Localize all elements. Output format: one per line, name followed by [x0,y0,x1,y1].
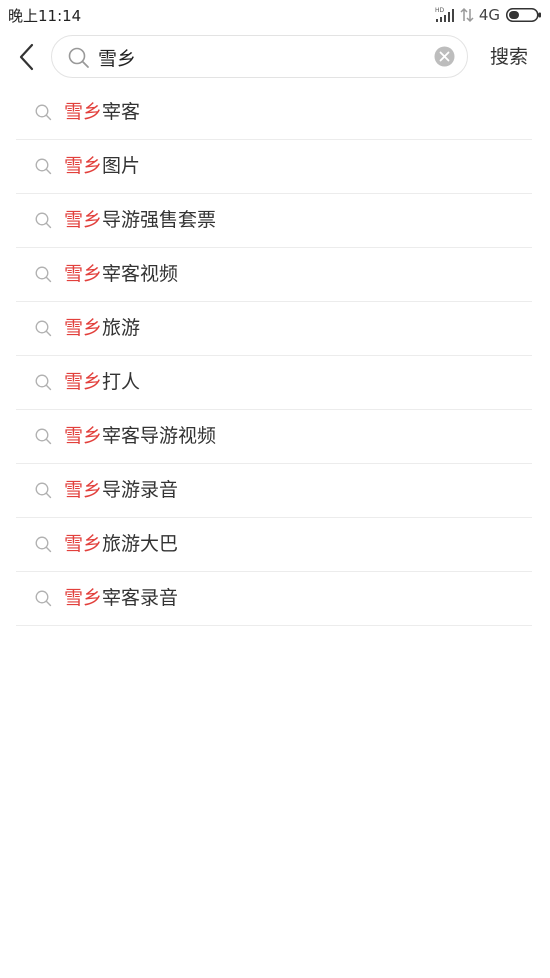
suggestion-highlight: 雪乡 [64,155,103,177]
search-icon [35,536,52,553]
suggestion-highlight: 雪乡 [64,317,103,339]
suggestion-highlight: 雪乡 [64,479,103,501]
search-icon [35,266,52,283]
status-bar: 晚上11:14 HD 4G [0,0,550,30]
suggestion-text: 雪乡宰客录音 [64,585,178,611]
search-header: 搜索 [0,30,550,84]
suggestion-item[interactable]: 雪乡宰客导游视频 [16,410,532,464]
search-icon [35,482,52,499]
suggestion-text: 雪乡旅游大巴 [64,531,178,557]
clear-icon[interactable] [434,46,455,67]
search-icon [68,47,89,68]
suggestion-rest: 宰客 [102,101,141,123]
search-button[interactable]: 搜索 [484,42,534,72]
suggestion-item[interactable]: 雪乡旅游大巴 [16,518,532,572]
search-icon [35,590,52,607]
suggestion-item[interactable]: 雪乡宰客视频 [16,248,532,302]
search-input[interactable] [98,42,418,72]
status-indicators: HD 4G [435,4,542,26]
search-icon [35,212,52,229]
network-type: 4G [478,6,500,24]
suggestion-rest: 打人 [102,371,141,393]
suggestion-text: 雪乡宰客 [64,99,140,125]
suggestion-highlight: 雪乡 [64,101,103,123]
suggestion-item[interactable]: 雪乡导游强售套票 [16,194,532,248]
suggestion-text: 雪乡打人 [64,369,140,395]
suggestion-rest: 导游强售套票 [102,209,217,231]
search-box[interactable] [51,35,468,78]
suggestion-item[interactable]: 雪乡宰客 [16,86,532,140]
suggestion-rest: 导游录音 [102,479,179,501]
suggestion-item[interactable]: 雪乡打人 [16,356,532,410]
suggestion-rest: 图片 [102,155,141,177]
search-icon [35,320,52,337]
suggestion-highlight: 雪乡 [64,533,103,555]
battery-icon [506,8,541,22]
suggestion-rest: 旅游 [102,317,141,339]
suggestion-text: 雪乡导游录音 [64,477,178,503]
data-arrows-icon [460,7,474,23]
search-icon [35,158,52,175]
suggestion-rest: 宰客导游视频 [102,425,217,447]
search-icon [35,428,52,445]
chevron-left-icon [19,43,34,71]
suggestion-list: 雪乡宰客 雪乡图片 雪乡导游强售套票 雪乡宰客视频 雪乡旅游 雪乡打人 雪乡宰客… [16,86,532,626]
search-icon [35,374,52,391]
suggestion-item[interactable]: 雪乡旅游 [16,302,532,356]
back-button[interactable] [10,40,44,74]
suggestion-rest: 宰客录音 [102,587,179,609]
suggestion-highlight: 雪乡 [64,263,103,285]
suggestion-text: 雪乡宰客视频 [64,261,178,287]
suggestion-item[interactable]: 雪乡宰客录音 [16,572,532,626]
suggestion-highlight: 雪乡 [64,425,103,447]
suggestion-highlight: 雪乡 [64,587,103,609]
suggestion-item[interactable]: 雪乡导游录音 [16,464,532,518]
suggestion-highlight: 雪乡 [64,209,103,231]
suggestion-highlight: 雪乡 [64,371,103,393]
suggestion-rest: 宰客视频 [102,263,179,285]
status-time: 晚上11:14 [8,7,82,25]
search-icon [35,104,52,121]
suggestion-rest: 旅游大巴 [102,533,179,555]
hd-label: HD [435,7,445,14]
signal-icon: HD [435,7,454,22]
suggestion-text: 雪乡宰客导游视频 [64,423,216,449]
suggestion-text: 雪乡导游强售套票 [64,207,216,233]
suggestion-item[interactable]: 雪乡图片 [16,140,532,194]
suggestion-text: 雪乡旅游 [64,315,140,341]
suggestion-text: 雪乡图片 [64,153,140,179]
